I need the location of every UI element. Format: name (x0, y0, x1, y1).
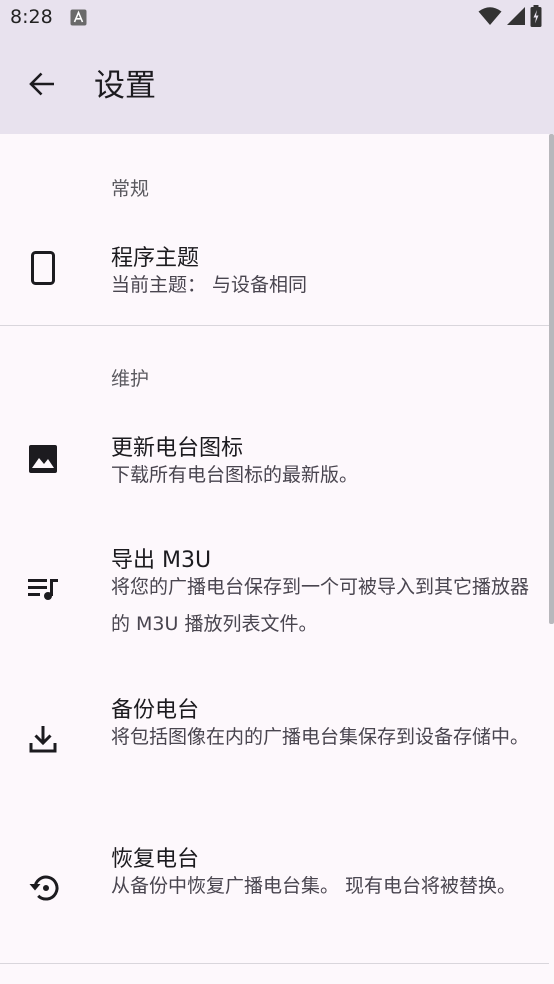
back-button[interactable] (18, 62, 66, 110)
pref-summary: 当前主题： 与设备相同 (111, 274, 308, 296)
section-divider (0, 963, 549, 964)
status-time: 8:28 (10, 6, 53, 28)
signal-icon (506, 6, 526, 30)
status-icons (478, 5, 542, 31)
pref-app-theme[interactable]: 程序主题 当前主题： 与设备相同 (0, 224, 549, 324)
status-bar: 8:28 (0, 0, 554, 38)
queue-music-icon (26, 572, 60, 606)
pref-export-m3u[interactable]: 导出 M3U 将您的广播电台保存到一个可被导入到其它播放器的 M3U 播放列表文… (0, 526, 549, 651)
app-bar: 设置 (0, 38, 554, 134)
download-icon (26, 722, 60, 756)
smartphone-icon (26, 251, 60, 285)
restore-icon (26, 871, 60, 905)
pref-restore-stations[interactable]: 恢复电台 从备份中恢复广播电台集。 现有电台将被替换。 (0, 825, 549, 950)
image-icon (26, 442, 60, 476)
pref-summary: 下载所有电台图标的最新版。 (111, 464, 359, 486)
pref-summary: 将包括图像在内的广播电台集保存到设备存储中。 (111, 726, 530, 748)
notification-a-icon (70, 9, 87, 26)
pref-backup-stations[interactable]: 备份电台 将包括图像在内的广播电台集保存到设备存储中。 (0, 676, 549, 801)
pref-summary: 从备份中恢复广播电台集。 现有电台将被替换。 (111, 875, 517, 897)
pref-summary: 将您的广播电台保存到一个可被导入到其它播放器的 M3U 播放列表文件。 (111, 576, 530, 635)
section-divider (0, 325, 549, 326)
wifi-icon (478, 6, 502, 30)
pref-update-station-images[interactable]: 更新电台图标 下载所有电台图标的最新版。 (0, 414, 549, 514)
scrollbar[interactable] (549, 134, 554, 624)
page-title: 设置 (94, 68, 156, 104)
settings-list[interactable]: 常规 程序主题 当前主题： 与设备相同 维护 更新电台图标 下载所有电台图标的最… (0, 134, 554, 984)
battery-icon (530, 5, 542, 31)
section-header-maintenance: 维护 (111, 368, 150, 390)
arrow-back-icon (28, 70, 56, 102)
section-header-general: 常规 (111, 178, 150, 200)
